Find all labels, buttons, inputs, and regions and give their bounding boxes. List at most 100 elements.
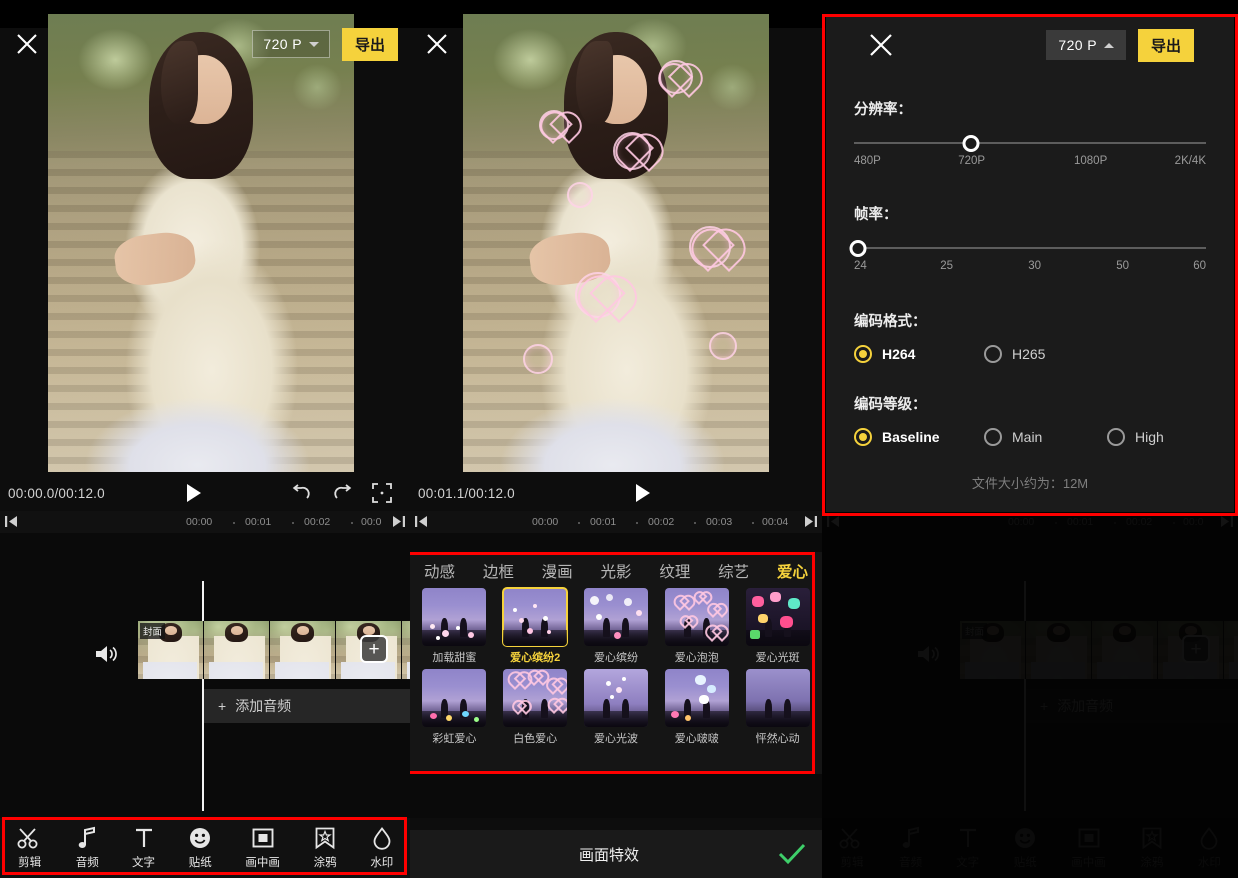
profile-option-baseline[interactable]: Baseline	[854, 428, 984, 446]
app-screenshot: 720 P 导出 00:00.0/00:12.0 00:00 00:01 00:…	[0, 0, 1238, 878]
export-settings-sheet: 720 P 导出 分辨率： 480P 720P 1080P 2K/4K 帧率： …	[826, 14, 1234, 512]
effects-tab-biankuang[interactable]: 边框	[483, 560, 514, 582]
jump-start-icon[interactable]	[415, 516, 428, 530]
video-preview-mid[interactable]	[463, 14, 769, 472]
resolution-tick: 2K/4K	[1174, 155, 1206, 167]
effects-tab-wenli[interactable]: 纹理	[659, 560, 690, 582]
timeline-ruler-left[interactable]: 00:00 00:01 00:02 00:0	[0, 511, 410, 533]
effects-tab-dongan[interactable]: 动感	[424, 560, 455, 582]
tool-label: 涂鸦	[313, 857, 337, 869]
effects-tab-guangying[interactable]: 光影	[600, 560, 631, 582]
add-clip-button[interactable]: +	[360, 635, 388, 663]
effect-thumbnail	[664, 669, 729, 727]
resolution-slider[interactable]	[854, 133, 1206, 153]
effect-label: 怦然心动	[755, 733, 800, 745]
codec-option-h264[interactable]: H264	[854, 345, 984, 363]
play-icon[interactable]	[622, 476, 662, 510]
resolution-tick: 480P	[854, 155, 881, 167]
effects-grid[interactable]: 加载甜蜜 爱心缤纷2 爱心缤纷 爱心泡泡 爱心光斑 彩虹爱心 白色爱心 爱心光波…	[410, 587, 822, 746]
effect-item[interactable]: 爱心光波	[578, 669, 655, 746]
editor-header-mid	[410, 14, 822, 74]
resolution-tick: 720P	[958, 155, 986, 167]
jump-end-icon[interactable]	[392, 516, 405, 530]
tool-watermark[interactable]: 水印	[370, 826, 393, 870]
effect-item-selected[interactable]: 爱心缤纷2	[497, 587, 574, 665]
effect-item[interactable]: 白色爱心	[497, 669, 574, 746]
scissors-icon	[17, 826, 43, 850]
redo-icon[interactable]	[322, 476, 362, 510]
profile-option-main[interactable]: Main	[984, 428, 1107, 446]
codec-option-label: H264	[882, 346, 916, 362]
slider-track-line	[854, 142, 1206, 144]
bottom-toolbar-left[interactable]: 剪辑 音频 文字 贴纸 画中画 涂鸦 水印	[0, 818, 410, 878]
panel-editor: 720 P 导出 00:00.0/00:12.0 00:00 00:01 00:…	[0, 0, 410, 878]
effect-label: 爱心光波	[593, 733, 638, 745]
ruler-tick: 00:01	[245, 516, 272, 528]
clip-thumbnail[interactable]	[402, 621, 410, 679]
resolution-dropdown[interactable]: 720 P	[252, 30, 330, 58]
effect-thumbnail	[503, 669, 568, 727]
effect-item[interactable]: 彩虹爱心	[416, 669, 493, 746]
clip-thumbnail[interactable]	[270, 621, 336, 679]
panel-export: 00:00 00:01 00:02 00:0	[822, 0, 1238, 878]
radio-unselected-icon	[984, 345, 1002, 363]
codec-option-h265[interactable]: H265	[984, 345, 1045, 363]
jump-start-icon[interactable]	[5, 516, 18, 530]
fullscreen-icon[interactable]	[362, 476, 402, 510]
resolution-slider-knob[interactable]	[962, 135, 980, 152]
close-button[interactable]	[410, 14, 464, 74]
framerate-slider-knob[interactable]	[849, 240, 867, 257]
export-button[interactable]: 导出	[1137, 28, 1194, 62]
resolution-section: 分辨率： 480P 720P 1080P 2K/4K	[854, 98, 1206, 171]
effects-panel[interactable]: 动感 边框 漫画 光影 纹理 综艺 爱心 加载甜蜜 爱心缤纷2 爱心缤纷 爱心泡…	[410, 552, 822, 774]
jump-end-icon[interactable]	[804, 516, 817, 530]
tool-audio[interactable]: 音频	[76, 826, 99, 870]
add-audio-track[interactable]: + 添加音频	[204, 689, 410, 723]
effect-item[interactable]: 加载甜蜜	[416, 588, 493, 665]
profile-section: 编码等级： Baseline Main High	[854, 393, 1206, 446]
tool-label: 音频	[75, 857, 99, 869]
tool-text[interactable]: 文字	[132, 826, 155, 870]
effects-tab-aixin[interactable]: 爱心	[777, 560, 808, 582]
effect-item[interactable]: 怦然心动	[739, 669, 816, 746]
clip-thumbnail-cover[interactable]: 封面	[138, 621, 204, 679]
effect-item[interactable]: 爱心缤纷	[578, 588, 655, 665]
profile-option-label: Baseline	[882, 429, 940, 445]
effect-item[interactable]: 爱心光斑	[739, 588, 816, 665]
clip-thumbnail[interactable]	[204, 621, 270, 679]
undo-icon[interactable]	[282, 476, 322, 510]
radio-selected-icon	[854, 345, 872, 363]
effects-tab-manhua[interactable]: 漫画	[542, 560, 573, 582]
effect-item[interactable]: 爱心啵啵	[658, 669, 735, 746]
cover-badge: 封面	[140, 623, 166, 639]
tool-pip[interactable]: 画中画	[245, 826, 280, 870]
tool-label: 画中画	[245, 857, 280, 869]
tool-doodle[interactable]: 涂鸦	[313, 826, 337, 870]
effect-item[interactable]: 爱心泡泡	[658, 588, 735, 665]
resolution-dropdown[interactable]: 720 P	[1046, 30, 1126, 60]
tool-sticker[interactable]: 贴纸	[188, 826, 212, 870]
effects-tab-zongyi[interactable]: 综艺	[718, 560, 749, 582]
profile-option-high[interactable]: High	[1107, 428, 1164, 446]
check-icon[interactable]	[762, 842, 822, 866]
play-icon[interactable]	[173, 476, 213, 510]
radio-unselected-icon	[1107, 428, 1125, 446]
tool-clip[interactable]: 剪辑	[17, 826, 43, 870]
export-button[interactable]: 导出	[341, 27, 398, 61]
effects-category-tabs[interactable]: 动感 边框 漫画 光影 纹理 综艺 爱心	[410, 552, 822, 588]
ruler-tick: 00:01	[590, 516, 617, 528]
ruler-tick: 00:03	[706, 516, 733, 528]
text-t-icon	[133, 826, 155, 850]
codec-label: 编码格式：	[854, 314, 927, 330]
effects-footer-title: 画面特效	[578, 846, 639, 864]
mute-toggle-icon[interactable]	[94, 642, 120, 666]
framerate-slider[interactable]	[849, 238, 1206, 258]
video-preview-left[interactable]	[48, 14, 354, 472]
close-button[interactable]	[854, 15, 908, 75]
close-button[interactable]	[0, 14, 54, 74]
effect-thumbnail	[422, 669, 487, 727]
codec-section: 编码格式： H264 H265	[854, 310, 1206, 363]
effect-thumbnail	[664, 588, 729, 646]
timeline-left[interactable]: 封面 + + 添加音频	[0, 533, 410, 818]
timeline-ruler-mid[interactable]: 00:00 00:01 00:02 00:03 00:04	[410, 511, 822, 533]
